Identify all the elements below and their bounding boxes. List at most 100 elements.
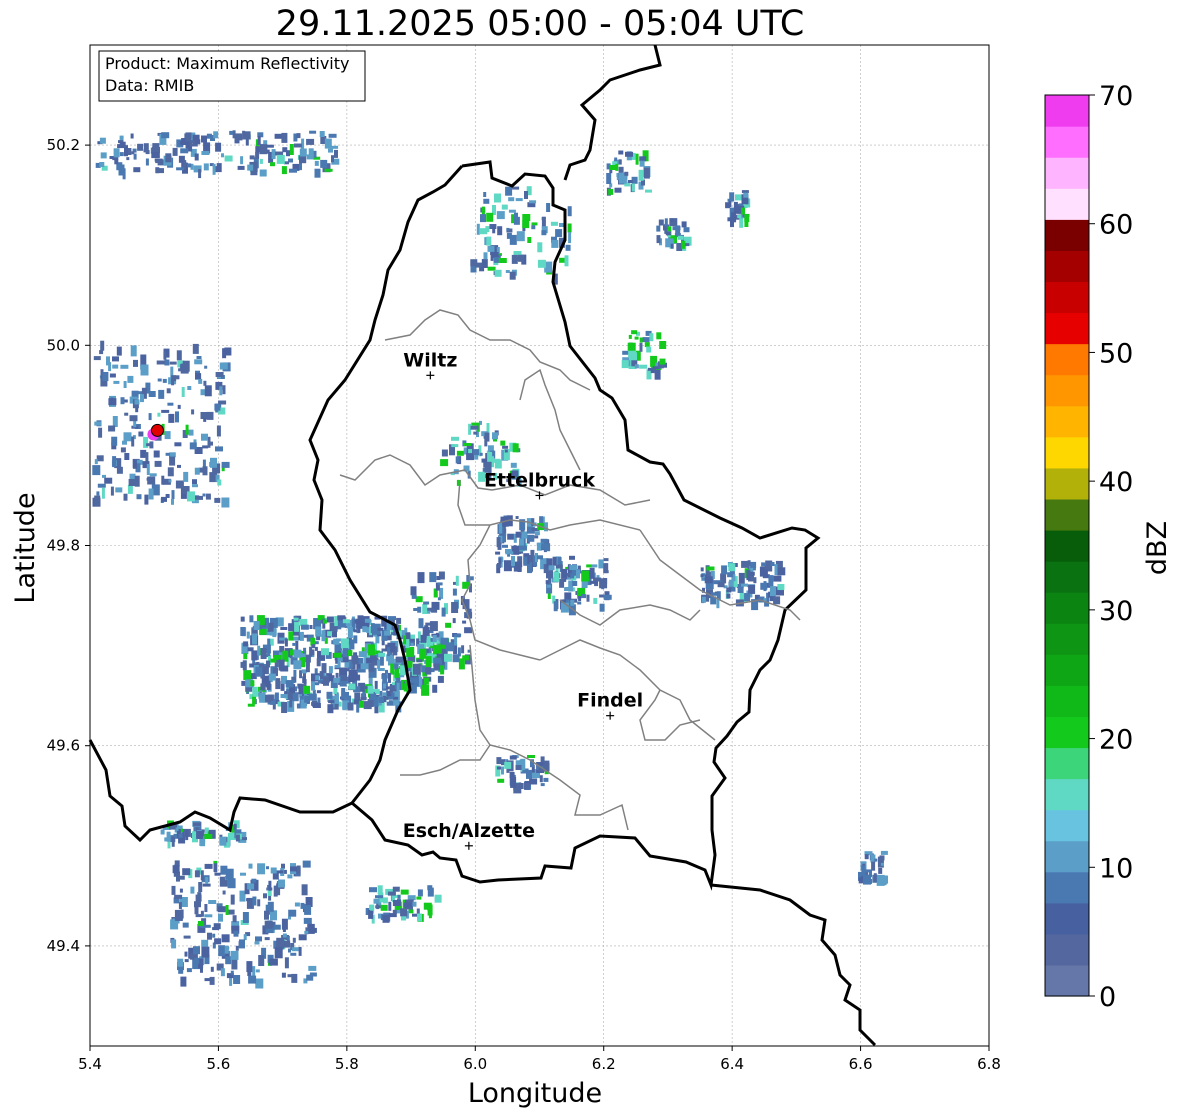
- radar-echo: [412, 663, 421, 675]
- radar-echo: [359, 700, 364, 708]
- radar-echo: [356, 703, 360, 713]
- radar-echo: [748, 584, 756, 594]
- radar-echo: [340, 638, 349, 649]
- radar-echo: [313, 150, 317, 158]
- radar-echo: [278, 659, 285, 671]
- radar-echo: [281, 972, 286, 978]
- radar-echo: [120, 397, 125, 405]
- radar-echo: [328, 666, 333, 674]
- radar-echo: [415, 596, 423, 603]
- radar-echo: [210, 457, 217, 468]
- radar-echo: [486, 236, 492, 246]
- radar-echo: [502, 544, 508, 548]
- radar-echo: [255, 969, 260, 973]
- radar-echo: [213, 131, 219, 139]
- radar-echo: [639, 364, 648, 369]
- radar-echo: [314, 646, 318, 651]
- radar-echo: [369, 887, 377, 893]
- radar-echo: [537, 555, 543, 560]
- radar-echo: [203, 417, 207, 422]
- radar-echo: [436, 576, 441, 580]
- colorbar-segment: [1045, 809, 1089, 842]
- radar-echo: [606, 173, 612, 184]
- radar-echo: [123, 381, 127, 388]
- radar-echo: [514, 212, 518, 223]
- radar-echo: [507, 533, 515, 540]
- radar-echo: [243, 934, 247, 941]
- radar-echo: [186, 968, 192, 973]
- radar-echo: [259, 692, 266, 703]
- radar-echo: [151, 152, 160, 159]
- radar-echo: [400, 908, 408, 917]
- radar-echo: [205, 877, 209, 884]
- radar-echo: [194, 906, 199, 915]
- radar-echo: [764, 565, 770, 570]
- radar-echo: [174, 894, 183, 899]
- radar-echo: [368, 909, 374, 919]
- radar-echo: [99, 350, 104, 355]
- radar-echo: [568, 232, 572, 244]
- radar-echo: [741, 190, 749, 194]
- radar-echo: [296, 133, 301, 139]
- radar-echo: [184, 951, 188, 957]
- radar-echo: [156, 360, 165, 365]
- radar-echo: [348, 683, 356, 690]
- radar-echo: [512, 186, 520, 190]
- radar-echo: [166, 388, 171, 394]
- colorbar-segment: [1045, 312, 1089, 345]
- radar-echo: [455, 575, 459, 586]
- radar-echo: [225, 905, 229, 915]
- radar-echo: [309, 625, 313, 629]
- radar-echo: [303, 685, 311, 694]
- radar-echo: [408, 909, 414, 914]
- radar-echo: [351, 655, 359, 665]
- radar-echo: [463, 443, 472, 446]
- radar-echo: [175, 411, 179, 423]
- radar-echo: [212, 933, 216, 938]
- radar-echo: [120, 364, 129, 369]
- radar-echo: [727, 217, 732, 222]
- radar-echo: [328, 133, 337, 138]
- radar-echo: [419, 648, 427, 659]
- radar-echo: [94, 421, 102, 426]
- radar-echo: [501, 204, 508, 210]
- radar-echo: [423, 677, 429, 685]
- radar-echo: [280, 627, 288, 630]
- radar-echo: [183, 935, 191, 939]
- radar-echo: [433, 645, 439, 655]
- radar-echo: [879, 855, 885, 861]
- radar-echo: [487, 451, 493, 463]
- radar-echo: [531, 225, 536, 230]
- radar-echo: [182, 868, 191, 876]
- radar-echo: [258, 955, 265, 966]
- radar-echo: [246, 898, 251, 902]
- radar-echo: [546, 203, 551, 212]
- radar-echo: [733, 201, 738, 213]
- radar-echo: [171, 836, 175, 847]
- radar-echo: [429, 621, 438, 632]
- radar-echo: [110, 397, 114, 404]
- radar-echo: [561, 568, 568, 579]
- radar-echo: [230, 970, 234, 975]
- radar-echo: [177, 958, 184, 967]
- colorbar-segment: [1045, 592, 1089, 624]
- radar-echo: [625, 151, 633, 157]
- radar-echo: [180, 148, 189, 154]
- radar-echo: [627, 342, 636, 351]
- radar-echo: [493, 458, 501, 463]
- radar-echo: [306, 974, 314, 981]
- radar-echo: [774, 564, 778, 576]
- radar-echo: [540, 538, 548, 543]
- radar-echo: [357, 615, 364, 625]
- radar-echo: [120, 447, 126, 453]
- radar-echo: [119, 152, 124, 157]
- radar-echo: [255, 666, 263, 677]
- radar-echo: [213, 923, 221, 930]
- radar-echo: [440, 459, 449, 467]
- radar-echo: [194, 153, 199, 161]
- city-label: Ettelbruck: [484, 469, 595, 491]
- radar-echo: [144, 494, 149, 505]
- radar-echo: [287, 874, 293, 879]
- radar-echo: [480, 214, 486, 223]
- radar-echo: [288, 631, 294, 641]
